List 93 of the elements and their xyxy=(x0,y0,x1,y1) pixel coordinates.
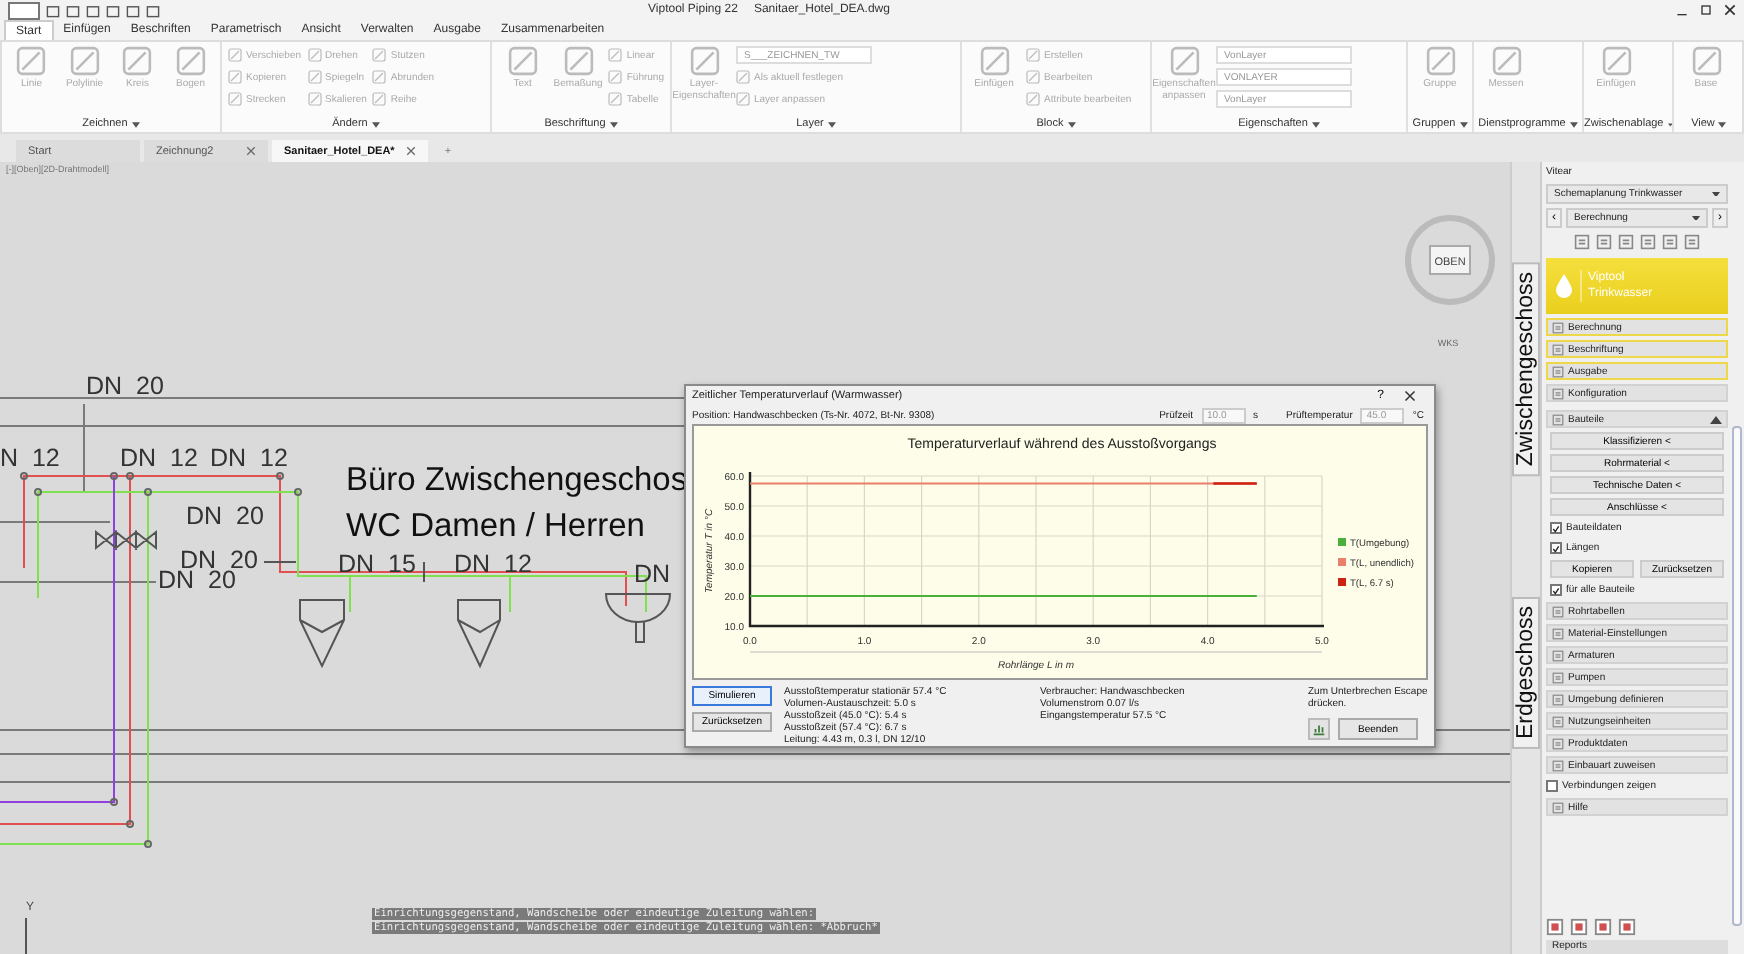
close-icon[interactable] xyxy=(1404,390,1416,403)
caret-icon[interactable] xyxy=(609,121,618,127)
wall-line xyxy=(0,521,111,523)
tool-icon xyxy=(1552,737,1564,749)
checkbox[interactable] xyxy=(1550,542,1562,554)
export-button[interactable] xyxy=(1308,718,1330,740)
level-tab[interactable]: Erdgeschoss xyxy=(1512,596,1540,750)
pipe-size-label: DN 12 xyxy=(454,550,532,578)
tool-icon xyxy=(1552,365,1564,377)
pipe-size-label: N 12 xyxy=(0,444,60,472)
tool-icon xyxy=(307,70,322,84)
level-tab[interactable]: Zwischengeschoss xyxy=(1512,262,1540,477)
application-button[interactable] xyxy=(8,1,40,19)
caret-icon[interactable] xyxy=(131,121,140,127)
tool-icon xyxy=(1026,92,1040,106)
caret-icon xyxy=(1692,215,1700,221)
caret-icon[interactable] xyxy=(1459,121,1468,127)
tool-icon xyxy=(1552,343,1564,355)
close-icon[interactable] xyxy=(1724,4,1736,16)
tool-icon xyxy=(1425,46,1455,76)
toolbar-icon[interactable] xyxy=(1640,233,1656,249)
tool-icon xyxy=(1552,605,1564,617)
checkbox[interactable] xyxy=(1550,584,1562,596)
tool-icon xyxy=(228,70,242,84)
tool-icon xyxy=(1552,649,1564,661)
tool-icon xyxy=(1491,46,1521,76)
y-axis-drawing xyxy=(25,917,27,954)
pipe-size-label: DN 20 xyxy=(158,566,236,594)
tool-icon xyxy=(1026,48,1040,62)
tool-icon xyxy=(1026,70,1040,84)
chart-icon xyxy=(1312,722,1326,736)
toolbar-icon[interactable] xyxy=(1596,233,1612,249)
maximize-icon[interactable] xyxy=(1700,4,1712,16)
caret-icon[interactable] xyxy=(1311,121,1320,127)
toolbar-icon[interactable] xyxy=(1574,233,1590,249)
tool-icon xyxy=(372,70,387,84)
tool-icon xyxy=(1691,46,1721,76)
tool-icon xyxy=(736,70,750,84)
tool-icon xyxy=(228,48,242,62)
tool-icon xyxy=(689,46,719,76)
toolbar-icon[interactable] xyxy=(1662,233,1678,249)
caret-icon[interactable] xyxy=(1067,121,1076,127)
tool-icon xyxy=(307,92,322,106)
tool-icon xyxy=(307,48,322,62)
tool-icon xyxy=(1552,693,1564,705)
tool-icon xyxy=(1552,715,1564,727)
tool-icon xyxy=(1601,46,1631,76)
pipe-size-label: DN xyxy=(634,560,671,588)
tool-icon xyxy=(608,70,623,84)
pipe-size-label: DN 12 xyxy=(210,444,288,472)
pipe-size-label: DN 20 xyxy=(186,502,264,530)
tool-icon xyxy=(736,92,750,106)
tool-icon xyxy=(1552,413,1564,425)
caret-icon[interactable] xyxy=(827,121,836,127)
tool-icon xyxy=(228,92,242,106)
pipe-size-label: DN 20 xyxy=(86,372,164,400)
tool-icon xyxy=(1552,759,1564,771)
tool-icon xyxy=(372,48,387,62)
caret-icon xyxy=(1712,191,1720,197)
tool-icon xyxy=(608,48,623,62)
water-drop-icon xyxy=(1556,274,1572,298)
tool-icon xyxy=(1169,46,1199,76)
tool-icon xyxy=(979,46,1009,76)
check-icon xyxy=(1552,585,1560,595)
collapse-icon[interactable] xyxy=(1710,415,1722,423)
tool-icon xyxy=(372,92,387,106)
checkbox[interactable] xyxy=(1546,780,1558,792)
wall-line xyxy=(1435,729,1510,731)
viewcube-drawing xyxy=(1405,215,1495,305)
toolbar-icon[interactable] xyxy=(1684,233,1700,249)
room-label: Büro Zwischengeschos xyxy=(346,462,688,498)
close-icon[interactable] xyxy=(406,146,417,156)
caret-icon[interactable] xyxy=(1569,121,1578,127)
toolbar-icon[interactable] xyxy=(1618,233,1634,249)
tool-icon xyxy=(608,92,623,106)
tool-icon xyxy=(69,46,100,76)
checkbox[interactable] xyxy=(1550,522,1562,534)
scrollbar[interactable] xyxy=(1732,426,1742,926)
tool-icon xyxy=(122,46,153,76)
tool-icon xyxy=(1552,321,1564,333)
tool-icon xyxy=(1552,627,1564,639)
tool-icon xyxy=(1552,387,1564,399)
caret-icon[interactable] xyxy=(371,121,380,127)
tool-icon xyxy=(507,46,538,76)
tool-icon xyxy=(16,46,47,76)
pipe-size-label: DN 12 xyxy=(120,444,198,472)
tool-icon xyxy=(563,46,594,76)
tool-icon xyxy=(1552,671,1564,683)
room-label: WC Damen / Herren xyxy=(346,508,645,544)
tool-icon xyxy=(175,46,206,76)
pipe-size-label: DN 15 xyxy=(338,550,416,578)
tool-icon xyxy=(1552,801,1564,813)
caret-icon[interactable] xyxy=(1718,121,1727,127)
